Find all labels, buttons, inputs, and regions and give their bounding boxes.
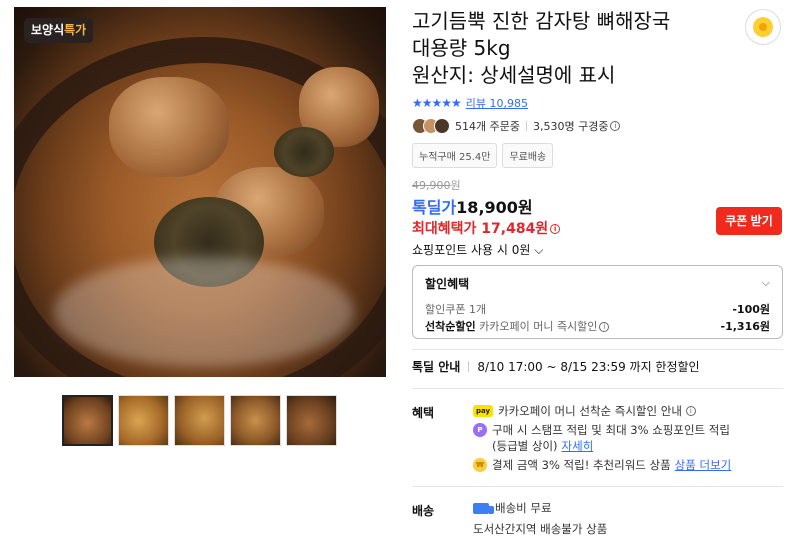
meat-chunk — [109, 77, 229, 177]
thumbnail-1[interactable] — [62, 395, 113, 446]
thumbnail-2[interactable] — [118, 395, 169, 446]
steam — [54, 257, 354, 367]
avatar — [434, 118, 450, 134]
info-icon[interactable]: i — [685, 406, 696, 416]
thumbnail-3[interactable] — [174, 395, 225, 446]
rating-row: ★★★★★ 리뷰 10,985 — [412, 95, 528, 111]
deal-price: 18,900원 — [456, 198, 533, 217]
divider — [412, 486, 783, 487]
chip-free-shipping: 무료배송 — [502, 143, 554, 168]
discount-title: 할인혜택 — [425, 277, 470, 291]
kakaopay-icon: pay — [473, 405, 493, 417]
product-title: 고기듬뿍 진한 감자탕 뼈해장국 대용량 5kg 원산지: 상세설명에 표시 — [412, 9, 671, 87]
discount-coupon-line: 할인쿠폰 1개 -100원 — [425, 303, 770, 316]
original-price: 49,900원 — [412, 179, 461, 192]
divider — [412, 349, 783, 350]
benefits-label: 혜택 — [412, 406, 435, 420]
chevron-down-icon[interactable]: ⌵ — [762, 276, 770, 290]
shopping-point-toggle[interactable]: 쇼핑포인트 사용 시 0원 ⌵ — [412, 241, 543, 258]
max-benefit-price: 최대혜택가 17,484원 i — [412, 218, 561, 238]
buyer-avatars — [412, 118, 450, 134]
coin-icon[interactable] — [745, 9, 781, 45]
shipping-fee: 배송비 무료 — [473, 500, 552, 516]
info-icon[interactable]: i — [550, 224, 561, 234]
main-product-image[interactable]: 보양식특가 — [14, 7, 386, 377]
truck-icon — [473, 503, 494, 514]
point-icon: P — [473, 423, 487, 437]
divider — [412, 388, 783, 389]
today-deal-info: 톡딜 안내 8/10 17:00 ~ 8/15 23:59 까지 한정할인 — [412, 360, 700, 374]
orders-count: 514개 주문중 — [455, 120, 520, 133]
details-link[interactable]: 자세히 — [562, 439, 594, 453]
get-coupon-button[interactable]: 쿠폰 받기 — [716, 207, 782, 235]
buyers-row: 514개 주문중 3,530명 구경중 i — [412, 118, 621, 134]
shipping-note: 도서산간지역 배송불가 상품 — [473, 522, 608, 536]
promo-badge: 보양식특가 — [24, 18, 94, 43]
benefit-reward: ₩ 결제 금액 3% 적립! 추천리워드 상품 상품 더보기 — [473, 457, 731, 473]
product-chips: 누적구매 25.4만 무료배송 — [412, 143, 554, 168]
info-icon[interactable]: i — [599, 322, 610, 332]
benefit-kakaopay[interactable]: pay 카카오페이 머니 선착순 즉시할인 안내 i — [473, 403, 696, 419]
thumbnail-strip — [62, 395, 337, 446]
chip-cumulative-sales: 누적구매 25.4만 — [412, 143, 498, 168]
greens — [274, 127, 334, 177]
review-link[interactable]: 리뷰 10,985 — [466, 95, 528, 111]
deal-price-row: 톡딜가18,900원 — [412, 194, 533, 218]
viewers-count: 3,530명 구경중 — [532, 120, 609, 133]
shipping-label: 배송 — [412, 504, 435, 518]
discount-box[interactable]: 할인혜택 ⌵ 할인쿠폰 1개 -100원 선착순할인 카카오페이 머니 즉시할인… — [412, 265, 783, 339]
benefit-points: P 구매 시 스탬프 적립 및 최대 3% 쇼핑포인트 적립 (등급별 상이) 자… — [473, 422, 730, 454]
discount-first-come-line: 선착순할인 카카오페이 머니 즉시할인 i -1,316원 — [425, 320, 770, 333]
divider — [525, 121, 527, 131]
more-products-link[interactable]: 상품 더보기 — [675, 457, 732, 473]
chevron-down-icon: ⌵ — [534, 243, 544, 257]
thumbnail-5[interactable] — [286, 395, 337, 446]
deal-label: 톡딜가 — [412, 198, 457, 217]
coin-icon: ₩ — [473, 458, 487, 472]
thumbnail-4[interactable] — [230, 395, 281, 446]
info-icon[interactable]: i — [610, 121, 621, 131]
star-rating-icon: ★★★★★ — [412, 96, 462, 110]
